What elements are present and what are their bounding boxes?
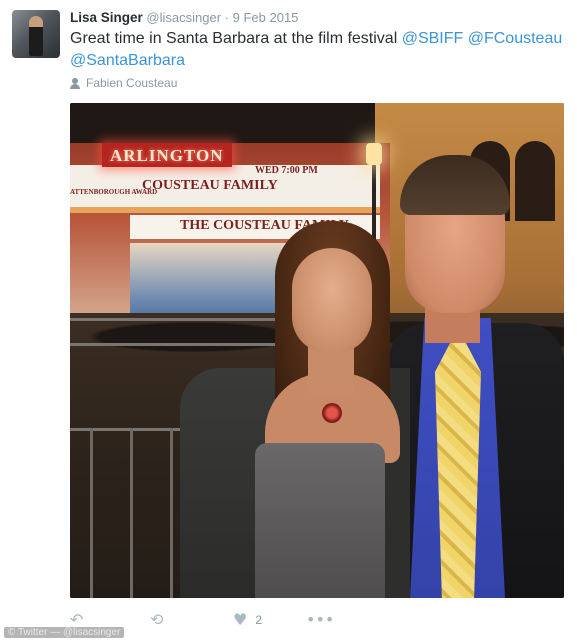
mention-fcousteau[interactable]: @FCousteau <box>468 30 563 47</box>
tweet-date[interactable]: 9 Feb 2015 <box>233 10 299 25</box>
tweet-text-body: Great time in Santa Barbara at the film … <box>70 30 402 47</box>
photo-railing-post <box>170 428 173 598</box>
heart-icon: ♥ <box>233 610 248 629</box>
tweet-card: Lisa Singer @lisacsinger · 9 Feb 2015 Gr… <box>0 0 577 640</box>
reply-icon: ↶ <box>70 610 84 629</box>
author-handle[interactable]: @lisacsinger <box>146 10 221 25</box>
more-button[interactable]: ••• <box>306 612 334 628</box>
photo-sign-text: ARLINGTON <box>110 146 224 165</box>
photo-arch <box>515 141 555 221</box>
photo-necklace <box>322 403 342 423</box>
tweet-header: Lisa Singer @lisacsinger · 9 Feb 2015 <box>70 10 298 25</box>
more-icon: ••• <box>306 610 335 629</box>
photo-marquee-award: ATTENBOROUGH AWARD <box>70 188 158 196</box>
mention-santabarbara[interactable]: @SantaBarbara <box>70 52 185 69</box>
photo-railing-post <box>90 428 93 598</box>
person-icon <box>70 77 80 89</box>
photo-railing-post <box>130 428 133 598</box>
photo-marquee-time: WED 7:00 PM <box>255 165 318 176</box>
like-button[interactable]: ♥ 2 <box>233 612 262 628</box>
photo-railing <box>70 343 300 346</box>
tweet-photo[interactable]: ARLINGTON COUSTEAU FAMILY WED 7:00 PM AT… <box>70 103 564 598</box>
retweet-button[interactable]: ⟲ <box>150 612 163 628</box>
separator: · <box>224 10 229 25</box>
tweet-text: Great time in Santa Barbara at the film … <box>70 28 570 72</box>
retweet-icon: ⟲ <box>150 610 164 629</box>
mention-sbiff[interactable]: @SBIFF <box>402 30 464 47</box>
reply-button[interactable]: ↶ <box>70 612 83 628</box>
photo-lamp <box>366 143 382 165</box>
photo-woman-face <box>292 248 372 353</box>
avatar-figure <box>29 16 43 56</box>
retweeted-by[interactable]: Fabien Cousteau <box>70 76 177 90</box>
author-name[interactable]: Lisa Singer <box>70 10 143 25</box>
photo-railing <box>70 318 300 321</box>
retweeter-name: Fabien Cousteau <box>86 76 178 90</box>
photo-marquee-text: COUSTEAU FAMILY <box>142 178 278 193</box>
avatar[interactable] <box>12 10 60 58</box>
like-count: 2 <box>255 613 263 627</box>
watermark: © Twitter — @lisacsinger <box>4 627 125 638</box>
photo-man-tie <box>435 341 481 598</box>
photo-woman-dress <box>255 443 385 598</box>
